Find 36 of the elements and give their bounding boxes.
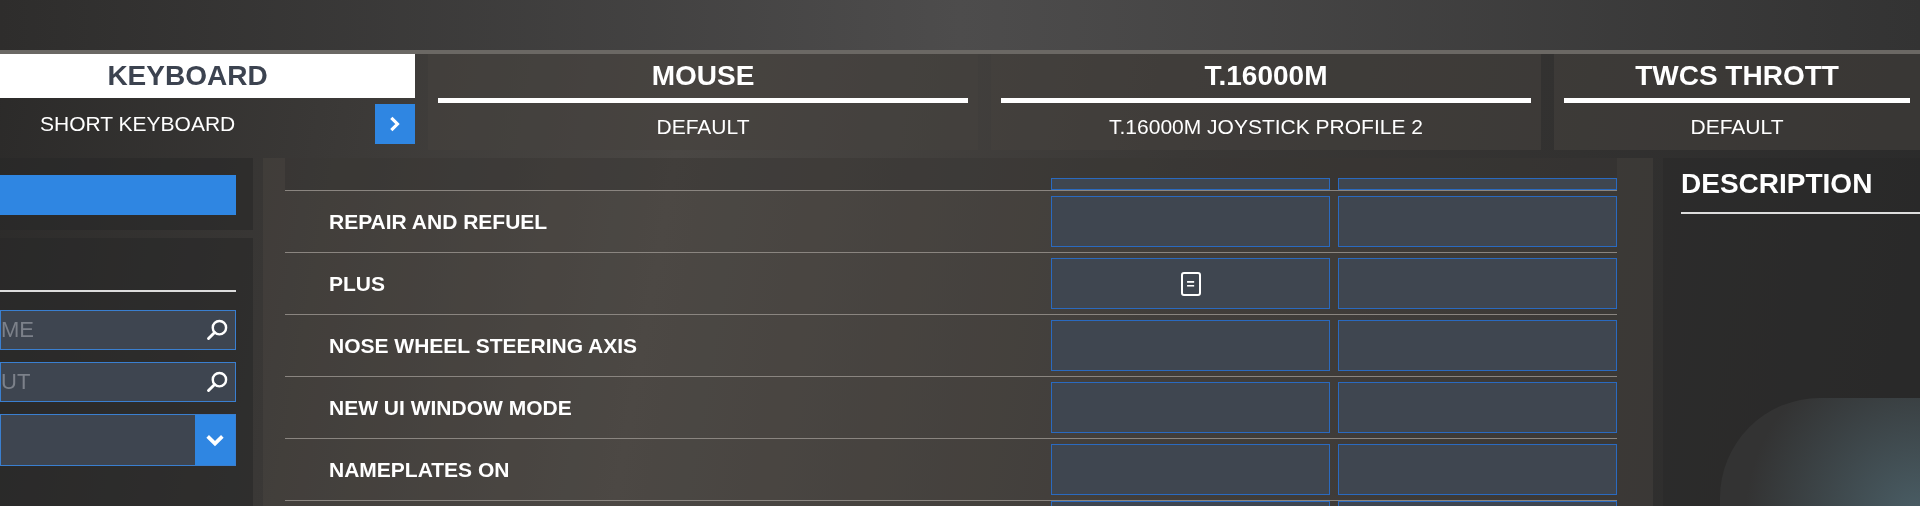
action-label: NAMEPLATES ON <box>328 457 511 482</box>
binding-slot[interactable]: = <box>1051 258 1330 309</box>
dropdown[interactable] <box>0 414 236 466</box>
binding-slot[interactable] <box>1051 382 1330 433</box>
category-button[interactable] <box>0 175 236 215</box>
next-button[interactable] <box>375 104 415 144</box>
key-label: = <box>1180 271 1201 296</box>
device-tab[interactable]: TWCS THROTT DEFAULT <box>1554 54 1920 150</box>
binding-slot[interactable] <box>1338 382 1617 433</box>
binding-slot[interactable] <box>1051 444 1330 495</box>
action-label: NOSE WHEEL STEERING AXIS <box>328 333 639 358</box>
action-label: NEW UI WINDOW MODE <box>328 395 573 420</box>
tab-title: MOUSE <box>650 59 756 93</box>
search-field[interactable]: ME <box>0 310 236 350</box>
binding-slot[interactable] <box>1051 178 1330 190</box>
action-label: REPAIR AND REFUEL <box>328 209 549 234</box>
search-field[interactable]: UT <box>0 362 236 402</box>
description-title: DESCRIPTION <box>1681 168 1874 200</box>
binding-slot[interactable] <box>1051 320 1330 371</box>
profile-name: SHORT KEYBOARD <box>40 112 236 136</box>
action-label: PLUS <box>328 271 386 296</box>
tab-title: T.16000M <box>1203 59 1329 93</box>
binding-slot[interactable] <box>1338 196 1617 247</box>
device-tab[interactable]: KEYBOARD SHORT KEYBOARD <box>0 54 415 150</box>
binding-slot[interactable] <box>1338 178 1617 190</box>
binding-slot[interactable] <box>1338 320 1617 371</box>
binding-slot[interactable] <box>1338 444 1617 495</box>
profile-name: DEFAULT <box>656 114 750 139</box>
tab-title: KEYBOARD <box>0 54 415 98</box>
search-icon <box>206 370 228 393</box>
binding-slot[interactable] <box>1051 196 1330 247</box>
tab-title: TWCS THROTT <box>1634 59 1840 93</box>
search-icon <box>206 318 228 341</box>
profile-name: T.16000M JOYSTICK PROFILE 2 <box>1109 114 1423 139</box>
binding-slot[interactable] <box>1338 258 1617 309</box>
profile-name: DEFAULT <box>1690 114 1784 139</box>
